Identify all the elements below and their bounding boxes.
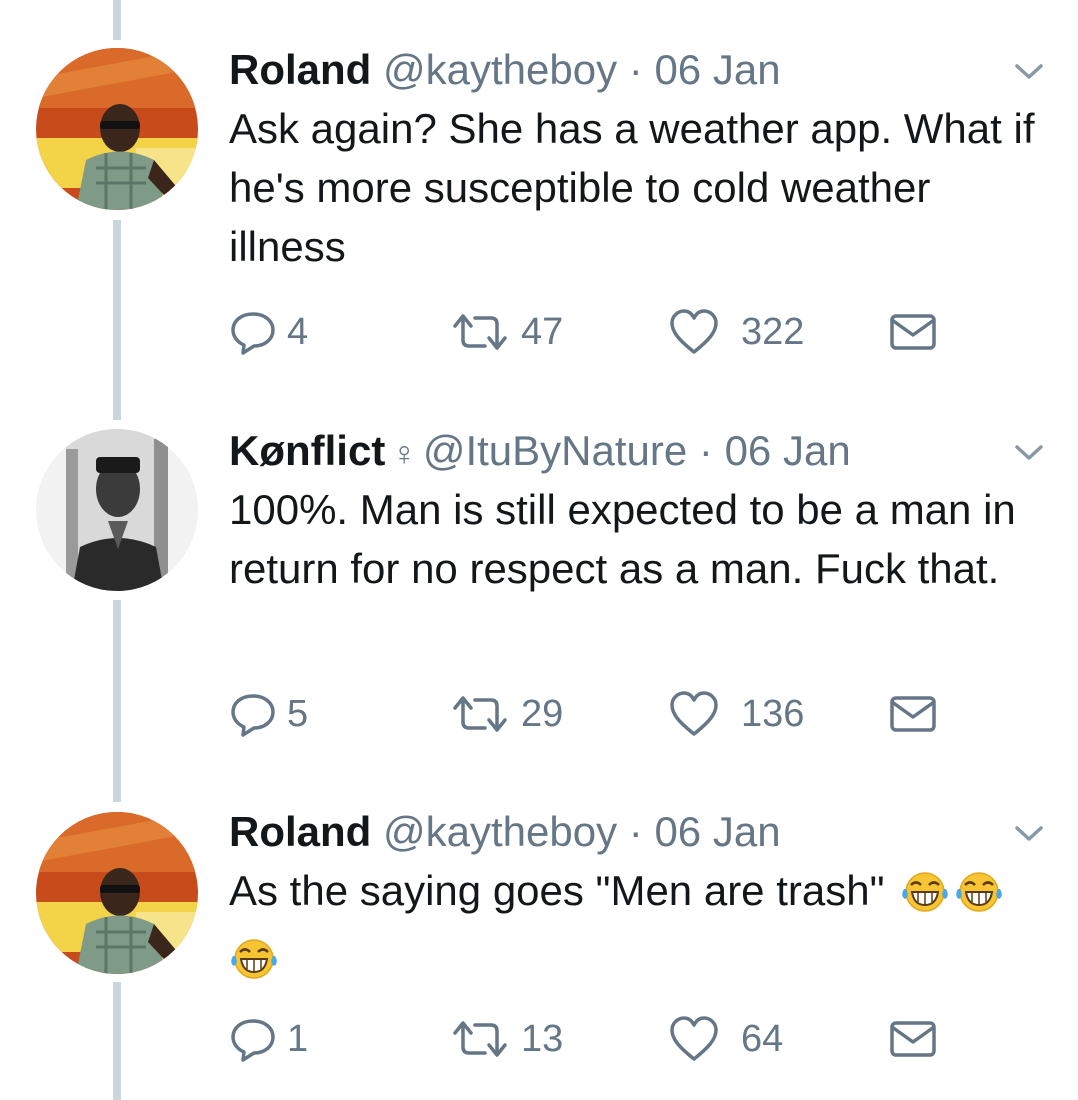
tweet-text-content: As the saying goes "Men are trash"	[229, 867, 885, 914]
reply-button[interactable]: 4	[229, 308, 308, 356]
username[interactable]: @kaytheboy	[383, 46, 617, 93]
tears-of-joy-emoji	[229, 936, 279, 995]
retweet-button[interactable]: 13	[449, 1015, 563, 1063]
thread-line	[113, 0, 121, 40]
gender-symbol: ♀	[391, 435, 417, 473]
like-button[interactable]: 322	[669, 308, 804, 356]
like-button[interactable]: 64	[669, 1015, 783, 1063]
retweet-count: 29	[521, 692, 564, 735]
reply-icon	[229, 1015, 277, 1063]
reply-icon	[229, 308, 277, 356]
display-name[interactable]: Roland	[229, 808, 371, 855]
tweet-header: Roland @kaytheboy · 06 Jan	[229, 45, 781, 95]
avatar[interactable]	[36, 429, 198, 591]
envelope-icon	[889, 693, 937, 735]
tears-of-joy-emoji	[900, 869, 950, 928]
reply-button[interactable]: 1	[229, 1015, 308, 1063]
retweet-button[interactable]: 47	[449, 308, 563, 356]
tweet-actions: 1 13 64	[229, 1015, 949, 1063]
retweet-count: 47	[521, 310, 564, 353]
retweet-icon	[449, 1015, 511, 1063]
tweet-text: Ask again? She has a weather app. What i…	[229, 105, 1035, 270]
like-button[interactable]: 136	[669, 690, 804, 738]
tweet-text: As the saying goes "Men are trash"	[229, 861, 1049, 995]
avatar[interactable]	[36, 48, 198, 210]
heart-icon	[669, 308, 719, 356]
thread-line	[113, 982, 121, 1100]
display-name[interactable]: Kønflict	[229, 427, 385, 474]
thread-line	[113, 600, 121, 802]
direct-message-button[interactable]	[889, 690, 937, 738]
retweet-icon	[449, 308, 511, 356]
tweet-header: Kønflict ♀ @ItuByNature · 06 Jan	[229, 426, 851, 476]
reply-count: 5	[287, 692, 309, 735]
separator: ·	[628, 46, 643, 93]
chevron-down-icon[interactable]	[1014, 63, 1044, 86]
chevron-down-icon[interactable]	[1014, 444, 1044, 467]
tweet-actions: 4 47 322	[229, 308, 949, 356]
retweet-count: 13	[521, 1017, 564, 1060]
heart-icon	[669, 690, 719, 738]
separator: ·	[698, 427, 713, 474]
chevron-down-icon[interactable]	[1014, 825, 1044, 848]
direct-message-button[interactable]	[889, 1015, 937, 1063]
retweet-icon	[449, 690, 511, 738]
display-name[interactable]: Roland	[229, 46, 371, 93]
reply-count: 1	[287, 1017, 309, 1060]
thread-line	[113, 220, 121, 420]
tears-of-joy-emoji	[954, 869, 1004, 928]
separator: ·	[628, 808, 643, 855]
reply-count: 4	[287, 310, 309, 353]
like-count: 136	[741, 692, 805, 735]
retweet-button[interactable]: 29	[449, 690, 563, 738]
timestamp[interactable]: 06 Jan	[725, 427, 851, 474]
reply-icon	[229, 690, 277, 738]
direct-message-button[interactable]	[889, 308, 937, 356]
username[interactable]: @ItuByNature	[423, 427, 687, 474]
tweet-text: 100%. Man is still expected to be a man …	[229, 486, 1016, 592]
tweet-actions: 5 29 136	[229, 690, 949, 738]
reply-button[interactable]: 5	[229, 690, 308, 738]
envelope-icon	[889, 1018, 937, 1060]
like-count: 322	[741, 310, 805, 353]
timestamp[interactable]: 06 Jan	[654, 46, 780, 93]
username[interactable]: @kaytheboy	[383, 808, 617, 855]
like-count: 64	[741, 1017, 784, 1060]
envelope-icon	[889, 311, 937, 353]
tweet-header: Roland @kaytheboy · 06 Jan	[229, 807, 781, 857]
timestamp[interactable]: 06 Jan	[654, 808, 780, 855]
heart-icon	[669, 1015, 719, 1063]
avatar[interactable]	[36, 812, 198, 974]
